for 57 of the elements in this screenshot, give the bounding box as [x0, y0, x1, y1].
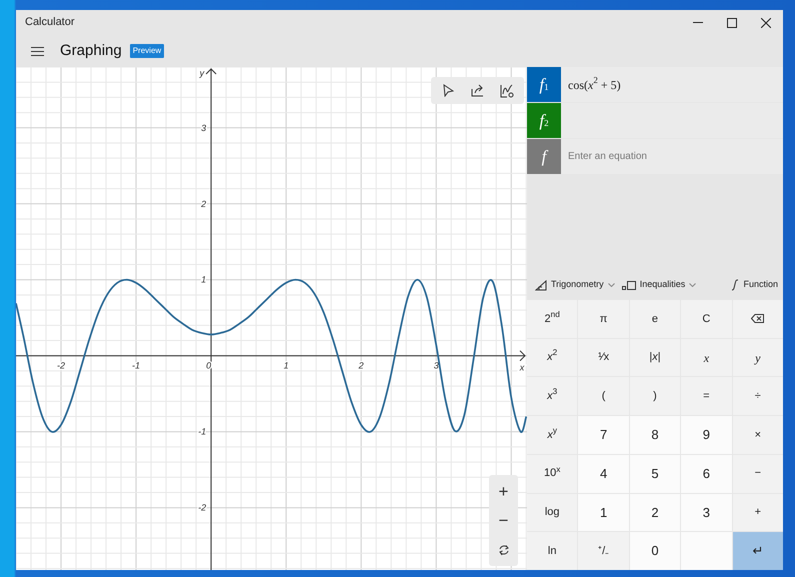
tick-label: -2	[198, 502, 206, 513]
axis-label: x	[520, 362, 524, 373]
calculator-key[interactable]: log	[527, 494, 578, 532]
keypad-menu-button[interactable]: Trigonometry	[533, 278, 620, 292]
calculator-key[interactable]: ÷	[732, 377, 783, 416]
equation-field[interactable]: Enter an equation	[561, 139, 783, 174]
enter-key[interactable]: ↵	[732, 532, 783, 570]
calculator-key[interactable]: |x|	[630, 338, 680, 376]
window-title: Calculator	[25, 15, 75, 30]
axis-label: y	[200, 68, 204, 78]
calculator-key[interactable]: x$^{2}$	[527, 338, 578, 376]
calculator-key[interactable]: ln	[527, 532, 578, 570]
calculator-key[interactable]: x$^{y}$	[527, 416, 578, 454]
variable-key[interactable]: y	[732, 338, 783, 376]
tick-label: 2	[358, 360, 364, 371]
calculator-key[interactable]: ¹⁄x	[578, 338, 629, 376]
digit-key[interactable]: 4	[578, 454, 629, 493]
tick-label: 3	[201, 122, 206, 133]
tick-label: 1	[201, 274, 206, 285]
keypad-menu-button[interactable]: Function	[729, 278, 783, 292]
calculator-key[interactable]: ×	[732, 416, 783, 454]
equation-text: cos(x$^{2}$ + 5)	[567, 74, 622, 94]
calculator-key[interactable]: +	[732, 494, 783, 532]
calculator-key[interactable]: 10$^{x}$	[527, 454, 578, 493]
tick-label: 3	[434, 360, 439, 371]
function-label: f	[527, 139, 561, 174]
calculator-key[interactable]: C	[681, 300, 732, 338]
digit-key[interactable]: 3	[681, 494, 732, 532]
calculator-key[interactable]: =	[681, 377, 732, 416]
keypad-menu-button[interactable]: Inequalities	[620, 278, 702, 292]
tick-label: -1	[132, 360, 140, 371]
zoom-out-button[interactable]: −	[489, 506, 518, 535]
tick-label: 2	[201, 198, 206, 209]
tick-label: -1	[198, 426, 206, 437]
digit-key[interactable]: 1	[578, 494, 629, 532]
tick-label: 1	[284, 360, 289, 371]
calculator-key[interactable]: ⁺/₋	[578, 532, 629, 570]
calculator-key[interactable]: π	[578, 300, 629, 338]
calculator-key[interactable]: x$^{3}$	[527, 377, 578, 416]
equation-row[interactable]: f Enter an equation	[527, 139, 783, 174]
digit-key[interactable]: 9	[681, 416, 732, 454]
variable-key[interactable]: x	[681, 338, 732, 376]
calculator-key[interactable]: (	[578, 377, 629, 416]
zoom-in-button[interactable]: +	[489, 477, 518, 506]
preview-badge: Preview	[130, 44, 164, 58]
digit-key[interactable]: 2	[630, 494, 680, 532]
digit-key[interactable]: 8	[630, 416, 680, 454]
mode-title: Graphing	[60, 40, 122, 61]
digit-key[interactable]: 6	[681, 454, 732, 493]
calculator-key[interactable]: )	[630, 377, 680, 416]
calculator-key[interactable]: e	[630, 300, 680, 338]
digit-key[interactable]: 7	[578, 416, 629, 454]
digit-key[interactable]: 5	[630, 454, 680, 493]
tick-label: -2	[57, 360, 66, 371]
calculator-key[interactable]: 2$^{nd}$	[527, 300, 578, 338]
calculator-key[interactable]: −	[732, 454, 783, 493]
digit-key[interactable]: 0	[630, 532, 680, 570]
